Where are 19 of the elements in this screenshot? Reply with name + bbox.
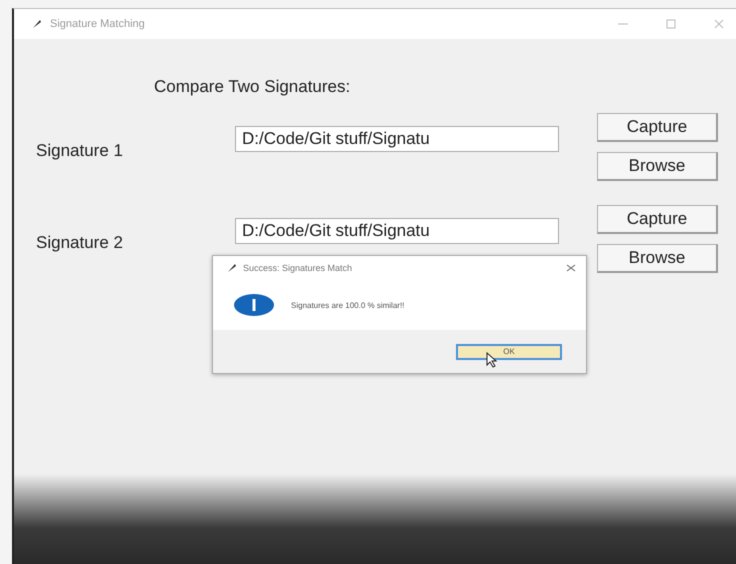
feather-icon [32,19,42,29]
heading: Compare Two Signatures: [154,77,352,97]
window-title: Signature Matching [50,18,146,30]
maximize-icon[interactable] [664,18,678,30]
close-icon[interactable] [566,263,576,273]
signature-label: Signature 2 [36,233,124,253]
path-field[interactable]: D:/Code/Git stuff/Signatu [235,218,559,244]
feather-icon [227,263,237,273]
dialog-message: Signatures are 100.0 % similar!! [291,300,404,310]
capture-button[interactable]: Capture [597,205,718,234]
info-icon [233,293,275,317]
capture-button[interactable]: Capture [597,113,718,142]
signature-label: Signature 1 [36,141,124,161]
browse-button[interactable]: Browse [597,244,718,273]
dialog-title: Success: Signatures Match [243,263,354,273]
cursor-icon [486,352,498,368]
ok-button[interactable]: OK [456,344,562,360]
browse-button[interactable]: Browse [597,152,718,181]
path-field[interactable]: D:/Code/Git stuff/Signatu [235,126,559,152]
